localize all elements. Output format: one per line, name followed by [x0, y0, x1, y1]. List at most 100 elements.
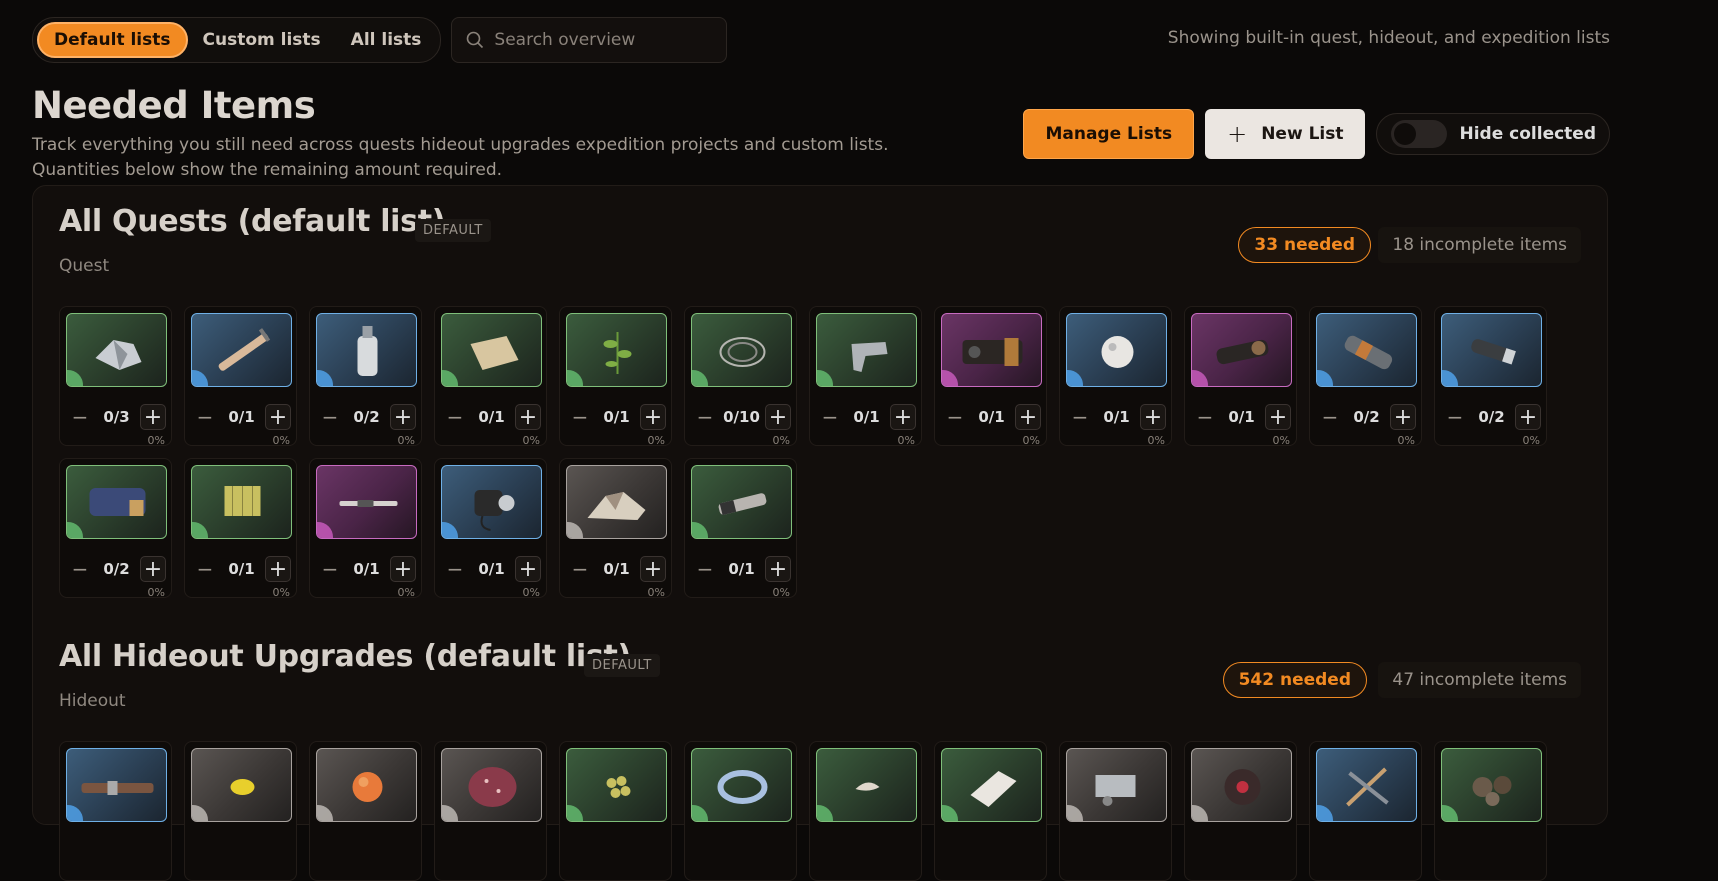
increment-button[interactable]: + [139, 556, 166, 582]
item-thumbnail [191, 465, 292, 539]
decrement-button[interactable]: − [442, 556, 468, 582]
potato-icon [468, 767, 517, 807]
increment-button[interactable]: + [264, 556, 291, 582]
increment-button[interactable]: + [514, 556, 541, 582]
progress-percent: 0% [397, 586, 415, 599]
item-card[interactable]: −0/2 +0% [1434, 306, 1547, 447]
decrement-button[interactable]: − [1067, 404, 1093, 430]
decrement-button[interactable]: − [192, 556, 218, 582]
progress-percent: 0% [522, 586, 540, 599]
increment-button[interactable]: + [1389, 404, 1416, 430]
decrement-button[interactable]: − [567, 556, 593, 582]
tab-all-lists[interactable]: All lists [336, 22, 437, 58]
item-card[interactable] [434, 741, 547, 881]
decrement-button[interactable]: − [1317, 404, 1343, 430]
decrement-button[interactable]: − [1442, 404, 1468, 430]
item-card[interactable]: −0/1 +0% [184, 458, 297, 599]
item-card[interactable] [59, 741, 172, 881]
increment-button[interactable]: + [764, 556, 791, 582]
toggle-switch[interactable] [1391, 120, 1448, 148]
item-card[interactable]: −0/1 +0% [1184, 306, 1297, 447]
item-card[interactable]: −0/1 +0% [559, 306, 672, 447]
item-card[interactable]: −0/1 +0% [809, 306, 922, 447]
item-card[interactable] [1059, 741, 1172, 881]
item-card[interactable]: −0/10 +0% [684, 306, 797, 447]
item-card[interactable]: −0/2 +0% [1309, 306, 1422, 447]
decrement-button[interactable]: − [1192, 404, 1218, 430]
decrement-button[interactable]: − [67, 556, 93, 582]
decrement-button[interactable]: − [442, 404, 468, 430]
hide-collected-toggle[interactable]: Hide collected [1376, 113, 1610, 155]
syringe-icon [218, 328, 271, 371]
progress-percent: 0% [522, 434, 540, 447]
tube-icon [718, 493, 767, 516]
item-card[interactable] [184, 741, 297, 881]
decrement-button[interactable]: − [67, 404, 93, 430]
item-card[interactable] [559, 741, 672, 881]
decrement-button[interactable]: − [317, 556, 343, 582]
search-box[interactable] [451, 17, 728, 63]
quantity-stepper: −0/1 + [310, 556, 423, 582]
item-card[interactable]: −0/1 +0% [684, 458, 798, 599]
increment-button[interactable]: + [514, 404, 541, 430]
increment-button[interactable]: + [764, 404, 791, 430]
item-card[interactable]: −0/1 +0% [559, 458, 672, 599]
decrement-button[interactable]: − [692, 404, 718, 430]
progress-percent: 0% [1522, 434, 1540, 447]
increment-button[interactable]: + [639, 556, 666, 582]
increment-button[interactable]: + [264, 404, 291, 430]
item-card[interactable] [1184, 741, 1297, 881]
item-card[interactable]: −0/1 + 0% [309, 458, 423, 599]
motor-icon [474, 490, 515, 531]
tab-custom-lists[interactable]: Custom lists [188, 22, 336, 58]
increment-button[interactable]: + [1264, 404, 1291, 430]
item-card[interactable]: −0/3 +0% [59, 306, 172, 447]
item-thumbnail [1441, 748, 1542, 822]
item-card[interactable]: −0/1 +0% [934, 306, 1047, 447]
item-card[interactable]: −0/2 +0% [309, 306, 422, 447]
item-card[interactable] [309, 741, 422, 881]
item-card[interactable] [1434, 741, 1547, 881]
item-card[interactable] [1309, 741, 1422, 881]
decrement-button[interactable]: − [817, 404, 843, 430]
canister-icon [1471, 339, 1516, 365]
lemon-icon [230, 779, 255, 795]
spray-bottle-icon [357, 326, 378, 376]
increment-button[interactable]: + [389, 404, 416, 430]
item-card[interactable]: −0/1 +0% [184, 306, 297, 447]
incomplete-items-badge: 18 incomplete items [1378, 227, 1581, 263]
increment-button[interactable]: + [389, 556, 416, 582]
item-thumbnail [941, 748, 1042, 822]
increment-button[interactable]: + [139, 404, 166, 430]
increment-button[interactable]: + [1514, 404, 1541, 430]
tab-default-lists[interactable]: Default lists [37, 22, 188, 58]
item-thumbnail [316, 313, 417, 387]
item-card[interactable]: −0/1 +0% [434, 306, 547, 447]
progress-percent: 0% [1022, 434, 1040, 447]
needed-count-badge: 542 needed [1222, 662, 1367, 698]
decrement-button[interactable]: − [692, 556, 718, 582]
page-title: Needed Items [32, 84, 316, 127]
item-card[interactable]: −0/1 +0% [434, 458, 547, 599]
quantity-stepper: −0/1 + [685, 556, 798, 582]
decrement-button[interactable]: − [192, 404, 218, 430]
decrement-button[interactable]: − [317, 404, 343, 430]
item-card[interactable] [684, 741, 797, 881]
manage-lists-button[interactable]: Manage Lists [1023, 109, 1195, 159]
tools-icon [1346, 767, 1389, 807]
item-thumbnail [1066, 748, 1167, 822]
item-card[interactable] [809, 741, 922, 881]
decrement-button[interactable]: − [567, 404, 593, 430]
increment-button[interactable]: + [639, 404, 666, 430]
new-list-button[interactable]: + New List [1205, 109, 1366, 159]
increment-button[interactable]: + [1014, 404, 1041, 430]
search-input[interactable] [494, 30, 714, 50]
decrement-button[interactable]: − [942, 404, 968, 430]
item-card[interactable] [934, 741, 1047, 881]
increment-button[interactable]: + [889, 404, 916, 430]
progress-percent: 0% [647, 434, 665, 447]
ring-icon [717, 770, 768, 804]
item-card[interactable]: −0/2 +0% [59, 458, 172, 599]
item-card[interactable]: −0/1 +0% [1059, 306, 1172, 447]
increment-button[interactable]: + [1139, 404, 1166, 430]
